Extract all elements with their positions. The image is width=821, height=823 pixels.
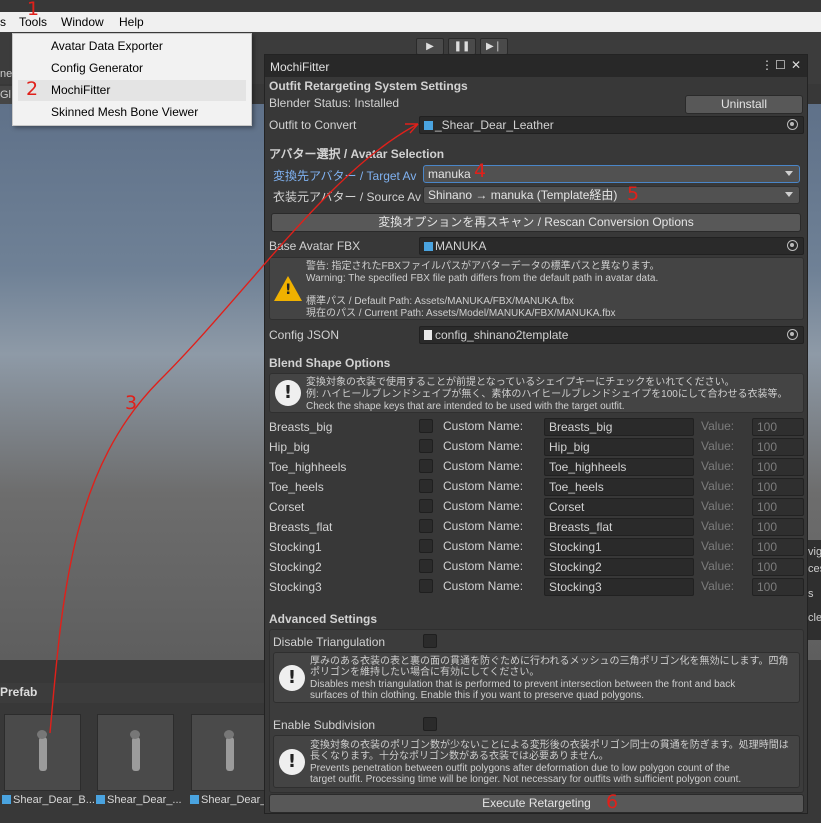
annotation-step-1: 1 bbox=[27, 0, 40, 20]
annotation-step-6: 6 bbox=[606, 791, 619, 813]
drag-arrow-head bbox=[405, 123, 419, 134]
annotation-step-4: 4 bbox=[474, 160, 487, 182]
annotation-step-5: 5 bbox=[627, 183, 640, 205]
annotation-step-2: 2 bbox=[26, 78, 39, 100]
annotation-step-3: 3 bbox=[125, 392, 138, 414]
drag-arrow-curve bbox=[49, 123, 419, 734]
annotation-overlay bbox=[49, 123, 419, 734]
